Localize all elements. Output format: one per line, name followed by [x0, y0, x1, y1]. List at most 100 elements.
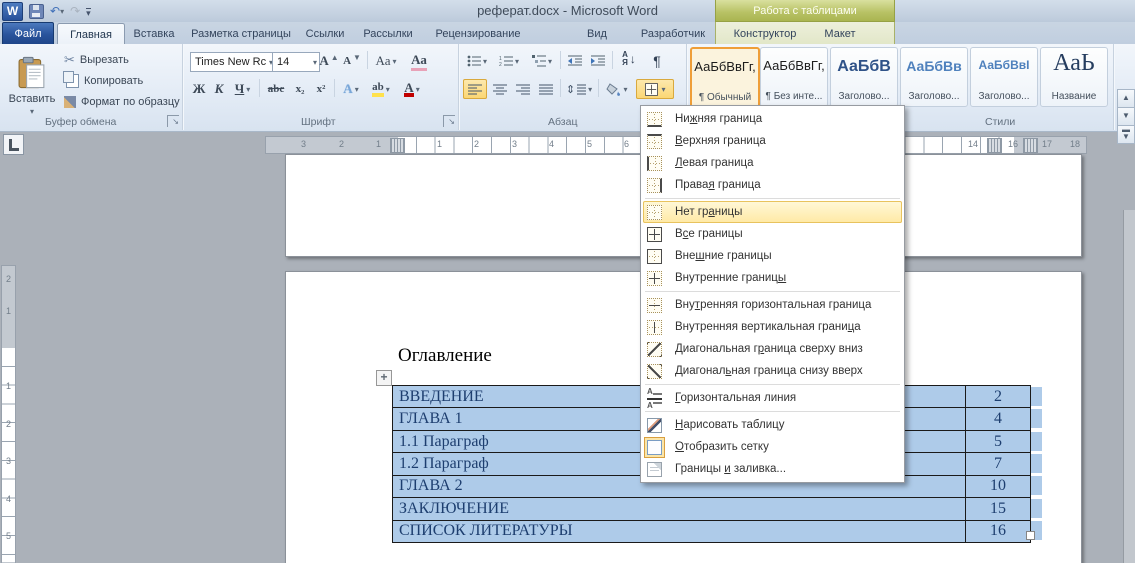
font-dialog-launcher[interactable]: ↘: [443, 115, 455, 127]
menu-item-no-border[interactable]: Нет границы: [643, 201, 902, 223]
clear-formatting-button[interactable]: Аа: [407, 51, 431, 71]
menu-item-border-bottom[interactable]: Нижняя граница: [643, 108, 902, 130]
menu-item-inside-horizontal[interactable]: Внутренняя горизонтальная граница: [643, 294, 902, 316]
style-card-3[interactable]: АаБбВЗаголово...: [830, 47, 898, 107]
table-resize-handle[interactable]: [1026, 531, 1035, 540]
decrease-indent-button[interactable]: [564, 51, 586, 71]
menu-item-border-top[interactable]: Верхняя граница: [643, 130, 902, 152]
superscript-button[interactable]: х²: [311, 79, 331, 99]
cut-button[interactable]: ✂ Вырезать: [64, 51, 129, 69]
change-case-button[interactable]: Аа▾: [372, 51, 400, 71]
menu-item-outside-borders[interactable]: Внешние границы: [643, 245, 902, 267]
tab-design[interactable]: Конструктор: [722, 23, 808, 44]
table-column-marker[interactable]: [1023, 138, 1038, 153]
paste-button[interactable]: Вставить ▾: [4, 48, 60, 122]
format-painter-button[interactable]: Формат по образцу: [64, 93, 180, 111]
document-heading[interactable]: Оглавление: [398, 345, 492, 367]
title-bar: W ↶▾ ↷ ▾ реферат.docx - Microsoft Word Р…: [0, 0, 1135, 23]
tab-view[interactable]: Вид: [571, 23, 623, 44]
align-center-button[interactable]: [489, 79, 511, 99]
toc-entry-title[interactable]: ЗАКЛЮЧЕНИЕ: [393, 498, 966, 519]
show-paragraph-marks-button[interactable]: ¶: [646, 51, 668, 71]
strikethrough-button[interactable]: abc: [263, 79, 289, 99]
menu-item-borders-shading[interactable]: Границы и заливка...: [643, 458, 902, 480]
table-row[interactable]: ЗАКЛЮЧЕНИЕ15: [393, 498, 1030, 520]
vertical-scrollbar[interactable]: [1123, 210, 1135, 563]
style-card-4[interactable]: АаБбВвЗаголово...: [900, 47, 968, 107]
menu-item-inside-vertical[interactable]: Внутренняя вертикальная граница: [643, 316, 902, 338]
borders-button[interactable]: ▾: [636, 79, 674, 99]
styles-scroll-up-button[interactable]: ▲: [1117, 89, 1135, 108]
menu-item-draw-table[interactable]: Нарисовать таблицу: [643, 414, 902, 436]
clipboard-group-label: Буфер обмена: [45, 116, 116, 128]
font-color-button[interactable]: А▾: [399, 79, 425, 99]
tab-developer[interactable]: Разработчик: [628, 23, 718, 44]
align-left-button[interactable]: [463, 79, 487, 99]
sort-button[interactable]: А Я ↓: [616, 49, 642, 69]
shading-button[interactable]: ▾: [602, 79, 632, 99]
tab-mailings[interactable]: Рассылки: [353, 23, 423, 44]
numbering-button[interactable]: 12▾: [494, 51, 524, 71]
text-effects-button[interactable]: А▾: [338, 79, 364, 99]
toc-entry-page[interactable]: 16: [966, 521, 1030, 542]
table-column-marker[interactable]: [987, 138, 1002, 153]
menu-item-border-left[interactable]: Левая граница: [643, 152, 902, 174]
borders-dropdown-arrow[interactable]: ▾: [661, 85, 665, 94]
styles-scroll-down-button[interactable]: ▼: [1117, 107, 1135, 126]
underline-button[interactable]: Ч▾: [229, 79, 256, 99]
style-name: ¶ Без инте...: [766, 91, 823, 102]
bold-button[interactable]: Ж: [189, 79, 209, 99]
bullets-button[interactable]: ▾: [463, 51, 491, 71]
toc-entry-page[interactable]: 10: [966, 476, 1030, 497]
increase-indent-button[interactable]: [587, 51, 609, 71]
menu-item-label: Нижняя граница: [675, 113, 762, 125]
line-spacing-button[interactable]: ⇕ ▾: [564, 79, 594, 99]
italic-button[interactable]: К: [210, 79, 228, 99]
justify-button[interactable]: [535, 79, 557, 99]
clipboard-dialog-launcher[interactable]: ↘: [167, 115, 179, 127]
tab-references[interactable]: Ссылки: [297, 23, 353, 44]
copy-button[interactable]: Копировать: [64, 72, 143, 90]
align-right-button[interactable]: [512, 79, 534, 99]
paste-dropdown-arrow[interactable]: ▾: [30, 107, 34, 116]
table-column-marker[interactable]: [390, 138, 405, 153]
style-card-2[interactable]: АаБбВвГг,¶ Без инте...: [760, 47, 828, 107]
tab-insert[interactable]: Вставка: [123, 23, 185, 44]
table-row[interactable]: СПИСОК ЛИТЕРАТУРЫ16: [393, 521, 1030, 542]
row-end-selection: [1031, 499, 1042, 518]
menu-item-horizontal-line[interactable]: Горизонтальная линия: [643, 387, 902, 409]
tab-stop-selector[interactable]: [3, 134, 24, 155]
menu-item-diagonal-up[interactable]: Диагональная граница снизу вверх: [643, 360, 902, 382]
multilevel-list-button[interactable]: ▾: [527, 51, 557, 71]
menu-item-label: Левая граница: [675, 157, 753, 169]
toc-entry-page[interactable]: 5: [966, 431, 1030, 452]
menu-item-border-right[interactable]: Правая граница: [643, 174, 902, 196]
style-card-1[interactable]: АаБбВвГг,¶ Обычный: [690, 47, 760, 109]
toc-entry-page[interactable]: 2: [966, 386, 1030, 407]
tab-file[interactable]: Файл: [2, 22, 54, 45]
tab-layout[interactable]: Макет: [812, 23, 868, 44]
style-card-6[interactable]: АаЬНазвание: [1040, 47, 1108, 107]
menu-item-diagonal-down[interactable]: Диагональная граница сверху вниз: [643, 338, 902, 360]
subscript-button[interactable]: х₂: [290, 79, 310, 99]
toc-entry-page[interactable]: 4: [966, 408, 1030, 429]
styles-gallery-expand-button[interactable]: ▬▼: [1117, 125, 1135, 144]
menu-item-inside-borders[interactable]: Внутренние границы: [643, 267, 902, 289]
toc-entry-title[interactable]: СПИСОК ЛИТЕРАТУРЫ: [393, 521, 966, 542]
tab-review[interactable]: Рецензирование: [423, 23, 533, 44]
grow-font-button[interactable]: А▲: [318, 51, 340, 71]
tab-home[interactable]: Главная: [57, 23, 125, 45]
font-family-combobox[interactable]: Times New Rc▾: [190, 52, 276, 72]
style-card-5[interactable]: АаБбВвІЗаголово...: [970, 47, 1038, 107]
toc-entry-page[interactable]: 7: [966, 453, 1030, 474]
toc-entry-page[interactable]: 15: [966, 498, 1030, 519]
text-highlight-button[interactable]: ab▾: [367, 79, 395, 99]
font-size-combobox[interactable]: 14▾: [272, 52, 320, 72]
vertical-ruler[interactable]: 2112345: [1, 265, 16, 563]
tab-page-layout[interactable]: Разметка страницы: [185, 23, 297, 44]
row-end-selection: [1031, 454, 1042, 473]
menu-item-view-gridlines[interactable]: Отобразить сетку: [643, 436, 902, 458]
menu-item-all-borders[interactable]: Все границы: [643, 223, 902, 245]
shrink-font-button[interactable]: А▼: [341, 51, 363, 71]
table-move-handle[interactable]: +: [376, 370, 392, 386]
